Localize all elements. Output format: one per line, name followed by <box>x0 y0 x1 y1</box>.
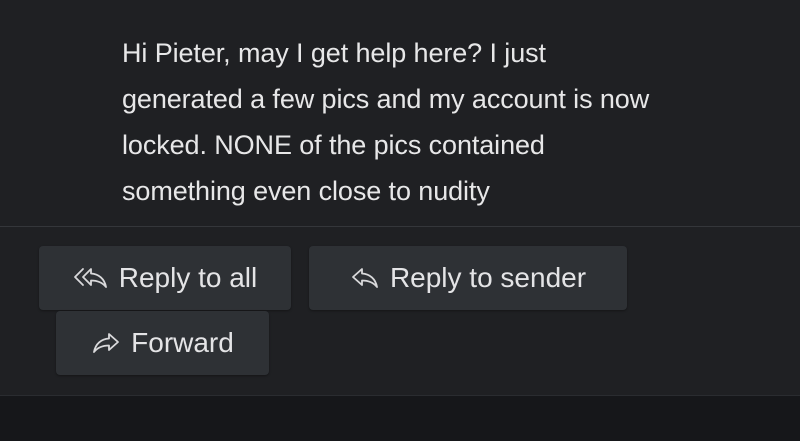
message-pane: Hi Pieter, may I get help here? I just g… <box>0 0 800 395</box>
bottom-strip <box>0 395 800 441</box>
message-line: generated a few pics and my account is n… <box>122 84 650 114</box>
divider <box>0 226 800 227</box>
reply-to-sender-button[interactable]: Reply to sender <box>309 246 627 310</box>
message-line: Hi Pieter, may I get help here? I just <box>122 38 546 68</box>
forward-icon <box>91 331 121 355</box>
reply-all-icon <box>73 266 109 290</box>
reply-to-all-button[interactable]: Reply to all <box>39 246 291 310</box>
forward-label: Forward <box>131 327 234 358</box>
reply-to-all-label: Reply to all <box>118 262 258 293</box>
reply-to-sender-label: Reply to sender <box>389 262 587 293</box>
message-line: locked. NONE of the pics contained <box>122 130 545 160</box>
message-line: something even close to nudity <box>122 176 490 206</box>
reply-icon <box>350 266 380 290</box>
message-body: Hi Pieter, may I get help here? I just g… <box>122 30 762 214</box>
forward-button[interactable]: Forward <box>56 311 269 375</box>
